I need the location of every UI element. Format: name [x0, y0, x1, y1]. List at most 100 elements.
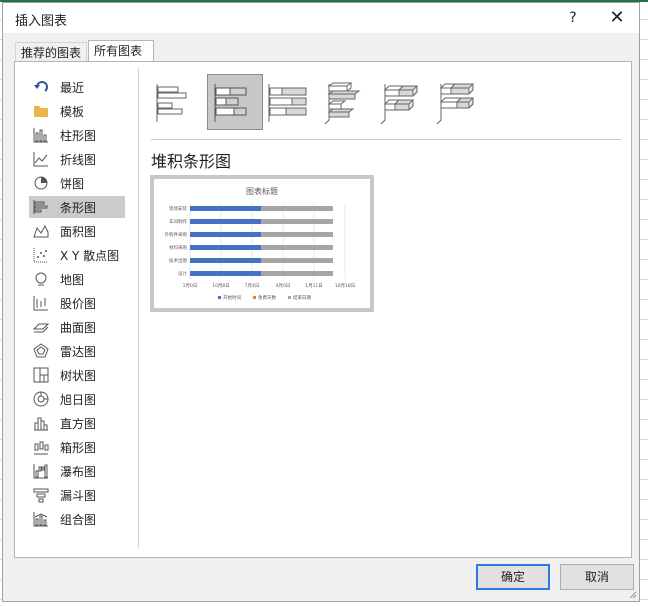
- category-label: 曲面图: [60, 321, 97, 335]
- subtype-3d-100-stacked-bar[interactable]: [431, 74, 487, 130]
- 3d-clustered-bar-icon: [324, 82, 361, 125]
- preview-row-label: 外购件采购: [165, 231, 188, 238]
- clustered-bar-icon: [156, 84, 187, 122]
- category-box-whisker[interactable]: 箱形图: [29, 436, 125, 458]
- category-label: 股价图: [60, 297, 97, 311]
- chart-preview[interactable]: 图表标题 现场安装 车间制作 外购件采购 材料采购 技术出图 设计 1月0日 1…: [150, 175, 374, 312]
- resize-grip-icon[interactable]: [627, 589, 637, 599]
- category-label: 直方图: [60, 417, 97, 431]
- category-area[interactable]: 面积图: [29, 220, 125, 242]
- preview-x-tick: 1月11日: [305, 283, 323, 289]
- ok-button[interactable]: 确定: [476, 564, 550, 590]
- stacked-bar-icon: [214, 84, 247, 122]
- gallery-divider: [151, 139, 621, 140]
- category-label: 折线图: [60, 153, 97, 167]
- category-label: 箱形图: [60, 441, 97, 455]
- tab-all-charts[interactable]: 所有图表: [88, 40, 154, 62]
- sunburst-chart-icon: [33, 391, 49, 407]
- category-column[interactable]: 柱形图: [29, 124, 125, 146]
- category-label: 柱形图: [60, 129, 97, 143]
- category-label: 地图: [60, 273, 85, 287]
- selected-chart-type-name: 堆积条形图: [151, 152, 232, 171]
- area-chart-icon: [33, 223, 49, 239]
- help-button[interactable]: ?: [559, 7, 587, 29]
- subtype-clustered-bar[interactable]: [151, 74, 207, 130]
- category-stock[interactable]: 股价图: [29, 292, 125, 314]
- category-bar[interactable]: 条形图: [29, 196, 125, 218]
- preview-row-label: 材料采购: [169, 244, 187, 251]
- preview-x-tick: 10月8日: [212, 283, 230, 289]
- category-waterfall[interactable]: 瀑布图: [29, 460, 125, 482]
- preview-bar-start: [190, 219, 261, 224]
- preview-x-tick: 4月0日: [276, 283, 291, 289]
- category-label: X Y 散点图: [60, 249, 120, 263]
- category-sunburst[interactable]: 旭日图: [29, 388, 125, 410]
- 3d-percent-stacked-bar-icon: [436, 83, 475, 125]
- dialog-titlebar: 插入图表 ? ✕: [3, 3, 639, 33]
- category-histogram[interactable]: 直方图: [29, 412, 125, 434]
- category-recent[interactable]: 最近: [29, 76, 125, 98]
- chart-category-list: 最近 模板 柱形图 折线图 饼图 条形图 面积图 X Y 散点图 地图 股价图 …: [15, 62, 139, 557]
- legend-label: 结束日期: [293, 294, 311, 301]
- preview-bar-start: [190, 245, 261, 250]
- cancel-button[interactable]: 取消: [560, 564, 634, 590]
- preview-gridlines: [189, 203, 346, 279]
- preview-bar-start: [190, 232, 261, 237]
- bar-chart-icon: [33, 199, 49, 215]
- preview-bar-end: [261, 271, 333, 276]
- category-scatter[interactable]: X Y 散点图: [29, 244, 125, 266]
- category-label: 面积图: [60, 225, 97, 239]
- category-line[interactable]: 折线图: [29, 148, 125, 170]
- combo-chart-icon: [33, 511, 49, 527]
- dialog-title: 插入图表: [15, 14, 68, 29]
- subtype-3d-stacked-bar[interactable]: [375, 74, 431, 130]
- preview-row-label: 现场安装: [169, 205, 187, 212]
- category-radar[interactable]: 雷达图: [29, 340, 125, 362]
- legend-swatch-end: [288, 296, 291, 299]
- 3d-stacked-bar-icon: [380, 84, 419, 125]
- preview-bar-end: [261, 219, 333, 224]
- category-pie[interactable]: 饼图: [29, 172, 125, 194]
- category-label: 漏斗图: [60, 489, 97, 503]
- subtype-100-stacked-bar[interactable]: [263, 74, 319, 130]
- subtype-3d-clustered-bar[interactable]: [319, 74, 375, 130]
- insert-chart-dialog: 插入图表 ? ✕ 推荐的图表 所有图表 最近 模板 柱形图 折线图 饼图 条形图…: [2, 2, 640, 602]
- category-label: 模板: [60, 105, 85, 119]
- map-chart-icon: [33, 271, 49, 287]
- stock-chart-icon: [33, 295, 49, 311]
- category-map[interactable]: 地图: [29, 268, 125, 290]
- box-whisker-chart-icon: [33, 439, 49, 455]
- scatter-chart-icon: [33, 247, 49, 263]
- preview-x-tick: 1月0日: [183, 283, 198, 289]
- category-surface[interactable]: 曲面图: [29, 316, 125, 338]
- category-combo[interactable]: 组合图: [29, 508, 125, 530]
- category-label: 最近: [60, 81, 85, 95]
- percent-stacked-bar-icon: [268, 84, 307, 122]
- preview-row-label: 技术出图: [169, 257, 187, 264]
- category-label: 瀑布图: [60, 465, 97, 479]
- column-chart-icon: [33, 127, 49, 143]
- tab-recommended-charts[interactable]: 推荐的图表: [15, 42, 87, 62]
- category-templates[interactable]: 模板: [29, 100, 125, 122]
- category-label: 旭日图: [60, 393, 97, 407]
- line-chart-icon: [33, 151, 49, 167]
- legend-swatch-free: [253, 296, 256, 299]
- stacked-bar-preview: 图表标题 现场安装 车间制作 外购件采购 材料采购 技术出图 设计 1月0日 1…: [165, 186, 356, 301]
- preview-bar-end: [261, 206, 333, 211]
- legend-swatch-start: [218, 296, 221, 299]
- category-funnel[interactable]: 漏斗图: [29, 484, 125, 506]
- legend-label: 免费天数: [258, 294, 276, 301]
- recent-icon: [33, 79, 49, 95]
- preview-title: 图表标题: [246, 186, 278, 196]
- funnel-chart-icon: [33, 487, 49, 503]
- category-treemap[interactable]: 树状图: [29, 364, 125, 386]
- surface-chart-icon: [32, 319, 50, 335]
- all-charts-panel: 最近 模板 柱形图 折线图 饼图 条形图 面积图 X Y 散点图 地图 股价图 …: [14, 61, 632, 558]
- subtype-stacked-bar[interactable]: [207, 74, 263, 130]
- sidebar-divider: [138, 68, 139, 548]
- category-label: 饼图: [60, 177, 85, 191]
- waterfall-chart-icon: [33, 463, 49, 479]
- radar-chart-icon: [33, 343, 49, 359]
- close-button[interactable]: ✕: [600, 5, 634, 31]
- preview-bar-end: [261, 232, 333, 237]
